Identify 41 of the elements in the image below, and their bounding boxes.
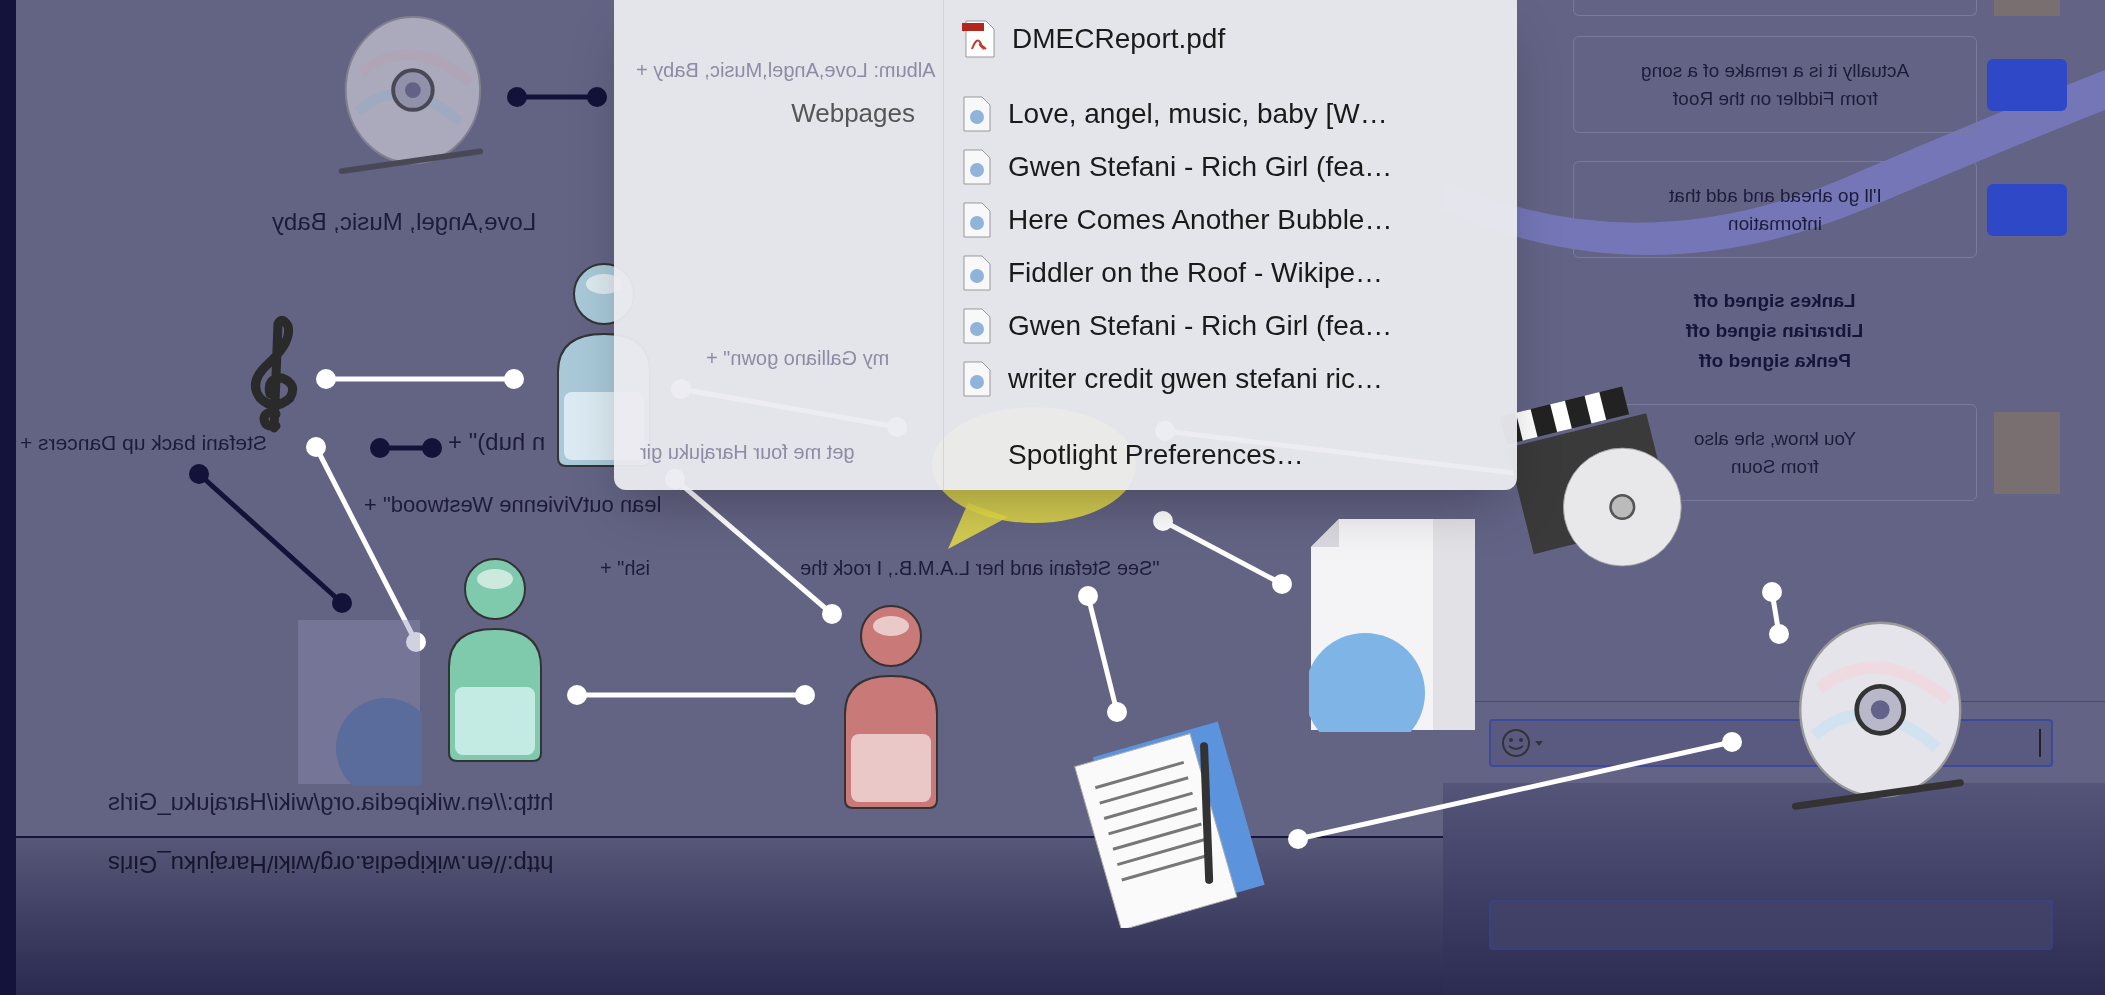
web-document-icon	[296, 618, 422, 786]
node-label: Stefani back up Dancers +	[20, 432, 267, 453]
node-label: lean outVivienne Westwood" +	[364, 494, 662, 516]
node-label: "See Stefani and her L.A.M.B., I rock the	[800, 558, 1160, 578]
node-label: ish" +	[600, 558, 650, 578]
pdf-file-icon	[962, 18, 996, 59]
section-label: Webpages	[791, 97, 915, 130]
menu-item[interactable]: DMECReport.pdf	[962, 12, 1502, 65]
message-text: from Soun	[1731, 454, 1819, 479]
web-document-icon	[962, 200, 992, 239]
web-document-icon	[962, 306, 992, 345]
message-text: Actually it is a remake of a song	[1640, 58, 1910, 83]
node-label: my Galliano gown" +	[706, 348, 890, 368]
message-text: I'll go ahead and add that	[1668, 183, 1882, 208]
menu-item[interactable]: Here Comes Another Bubble…	[962, 193, 1502, 246]
node-label: get me four Harajuku gir	[640, 442, 855, 462]
node-label: Album: Love,Angel,Music, Baby +	[636, 60, 936, 80]
message-text: from Fiddler on the Roof	[1672, 86, 1878, 111]
web-document-icon	[962, 253, 992, 292]
message-text: information	[1728, 211, 1822, 236]
menu-item[interactable]: Spotlight Preferences…	[962, 428, 1502, 482]
status-text: Lankes signed off	[1694, 289, 1856, 313]
message-text: You know, she also	[1694, 426, 1856, 451]
status-text: Librarian signed off	[1686, 319, 1864, 343]
web-document-icon	[962, 147, 992, 186]
connector-line	[1762, 582, 1789, 644]
web-document-icon	[1309, 517, 1477, 732]
node-label: http://en.wikipedia.org/wiki/Harajuku_Girls	[108, 790, 554, 814]
menu-item[interactable]: writer credit gwen stefani ric…	[962, 352, 1502, 405]
node-label: n hub)" +	[448, 430, 546, 454]
menu-item[interactable]: Love, angel, music, baby [W…	[962, 87, 1502, 140]
text-cursor	[2039, 728, 2041, 757]
label-reflection: http://en.wikipedia.org/wiki/Harajuku_Girls	[108, 852, 554, 876]
node-label: Love,Angel, Music, Baby	[272, 210, 537, 234]
smiley-icon	[1501, 727, 1545, 758]
web-document-icon	[962, 359, 992, 398]
menu-item[interactable]: Gwen Stefani - Rich Girl (fea…	[962, 140, 1502, 193]
menu-item[interactable]: Fiddler on the Roof - Wikipe…	[962, 246, 1502, 299]
menu-item[interactable]: Gwen Stefani - Rich Girl (fea…	[962, 299, 1502, 352]
web-document-icon	[962, 94, 992, 133]
status-text: Penka signed off	[1699, 349, 1851, 373]
